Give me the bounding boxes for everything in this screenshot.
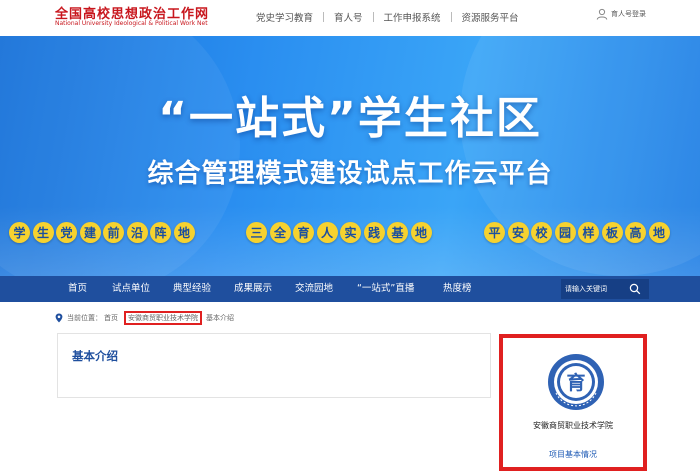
- logo-english: National University Ideological & Politi…: [55, 20, 208, 27]
- breadcrumb-home[interactable]: 首页: [104, 313, 118, 323]
- slogan-character: 阵: [150, 222, 171, 243]
- slogan-character: 安: [507, 222, 529, 243]
- slogan-character: 地: [410, 222, 432, 243]
- hero-banner: “一站式”学生社区 综合管理模式建设试点工作云平台 学生党建前沿阵地 三全育人实…: [0, 36, 700, 276]
- login-link[interactable]: 育人号登录: [596, 8, 646, 20]
- breadcrumb-school[interactable]: 安徽商贸职业技术学院: [124, 311, 202, 325]
- nav-exchange[interactable]: 交流园地: [295, 276, 333, 302]
- slogan-character: 实: [340, 222, 361, 243]
- school-card: 育 安徽商贸职业技术学院 项目基本情况: [499, 334, 647, 471]
- breadcrumb-label: 当前位置：: [67, 314, 102, 322]
- slogan-character: 践: [363, 222, 385, 243]
- search-icon[interactable]: [629, 283, 641, 295]
- slogan-character: 学: [9, 222, 30, 243]
- slogan-education-practice: 三全育人实践基地: [246, 222, 434, 243]
- slogan-character: 沿: [126, 222, 148, 243]
- main-nav: 首页 试点单位 典型经验 成果展示 交流园地 “一站式”直播 热度榜: [0, 276, 700, 302]
- nav-live[interactable]: “一站式”直播: [357, 276, 414, 302]
- slogan-character: 地: [648, 222, 670, 243]
- slogan-party-building: 学生党建前沿阵地: [9, 222, 197, 243]
- location-pin-icon: [55, 313, 63, 323]
- project-info-link[interactable]: 项目基本情况: [503, 449, 643, 460]
- site-logo[interactable]: 全国高校思想政治工作网 National University Ideologi…: [55, 3, 225, 33]
- top-nav: 党史学习教育 育人号 工作申报系统 资源服务平台: [246, 10, 529, 24]
- slogan-character: 三: [246, 222, 267, 243]
- slogan-character: 样: [578, 222, 599, 243]
- banner-subtitle: 综合管理模式建设试点工作云平台: [147, 159, 553, 189]
- nav-typical-experience[interactable]: 典型经验: [173, 276, 211, 302]
- slogan-character: 育: [293, 222, 314, 243]
- slogan-character: 全: [269, 222, 291, 243]
- emblem-character: 育: [566, 371, 585, 394]
- user-icon: [596, 8, 608, 20]
- topnav-party-history[interactable]: 党史学习教育: [246, 10, 323, 24]
- school-name: 安徽商贸职业技术学院: [533, 421, 613, 430]
- slogan-character: 地: [173, 222, 195, 243]
- nav-home[interactable]: 首页: [68, 276, 87, 302]
- nav-hot-list[interactable]: 热度榜: [443, 276, 472, 302]
- breadcrumb: 当前位置： 首页 安徽商贸职业技术学院 基本介绍: [55, 311, 234, 325]
- slogan-character: 板: [601, 222, 623, 243]
- nav-pilot-units[interactable]: 试点单位: [112, 276, 150, 302]
- slogan-character: 前: [103, 222, 124, 243]
- topnav-yurenhao[interactable]: 育人号: [324, 10, 373, 24]
- topnav-application-system[interactable]: 工作申报系统: [374, 10, 451, 24]
- search-input[interactable]: [561, 279, 629, 299]
- topnav-resource-platform[interactable]: 资源服务平台: [452, 10, 529, 24]
- slogan-character: 人: [316, 222, 338, 243]
- slogan-character: 园: [554, 222, 576, 243]
- search-box: [561, 279, 649, 299]
- login-label: 育人号登录: [611, 10, 646, 18]
- slogan-character: 生: [32, 222, 54, 243]
- slogan-character: 基: [387, 222, 408, 243]
- slogan-character: 高: [625, 222, 646, 243]
- slogan-character: 党: [56, 222, 77, 243]
- yurenhao-emblem-icon: 育: [548, 354, 604, 410]
- breadcrumb-current: 基本介绍: [206, 314, 234, 322]
- slogan-character: 建: [79, 222, 101, 243]
- banner-slogans: 学生党建前沿阵地 三全育人实践基地 平安校园样板高地: [0, 222, 700, 246]
- intro-panel: 基本介绍: [57, 333, 491, 398]
- slogan-safe-campus: 平安校园样板高地: [484, 222, 672, 243]
- nav-achievements[interactable]: 成果展示: [234, 276, 272, 302]
- banner-title: “一站式”学生社区: [158, 93, 542, 144]
- top-bar: 全国高校思想政治工作网 National University Ideologi…: [0, 0, 700, 36]
- slogan-character: 校: [531, 222, 552, 243]
- section-title: 基本介绍: [72, 349, 118, 363]
- slogan-character: 平: [484, 222, 505, 243]
